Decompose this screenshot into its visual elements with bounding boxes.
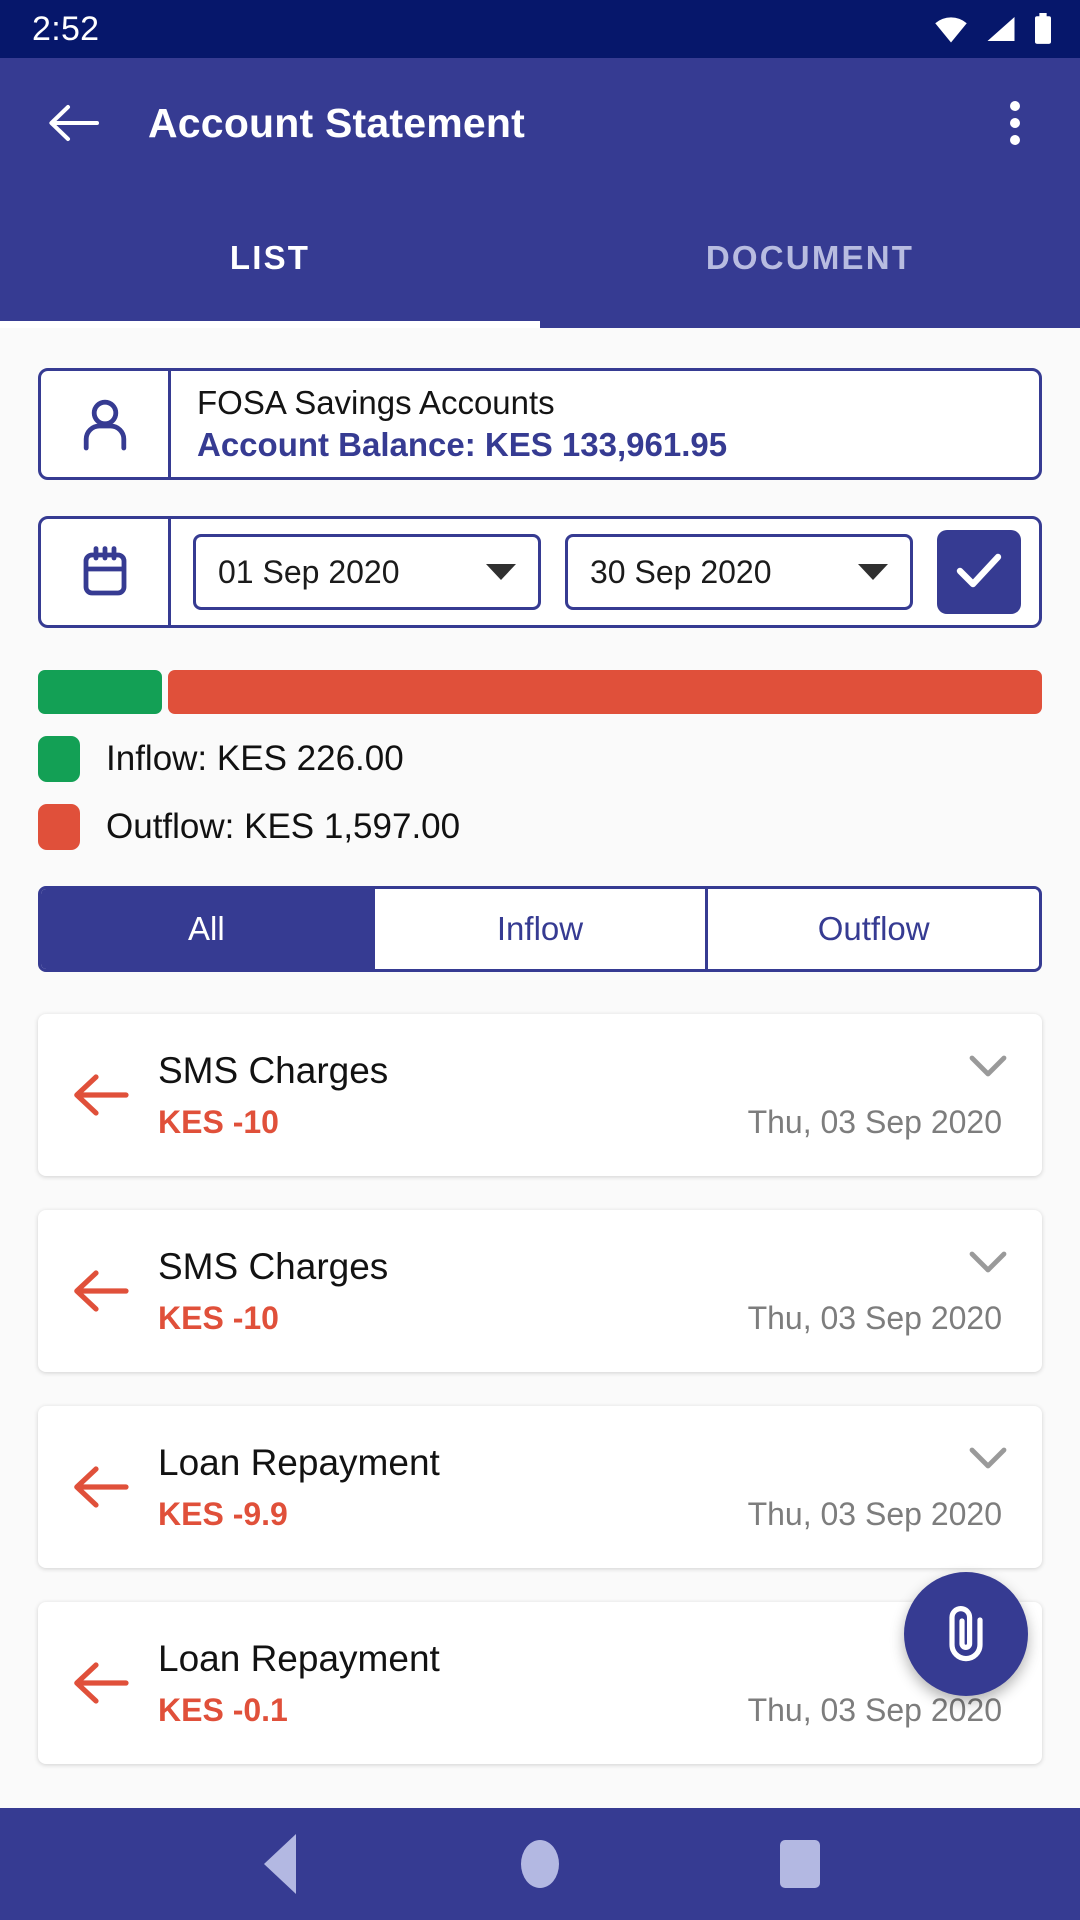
android-navigation-bar [0, 1808, 1080, 1920]
account-text-block: FOSA Savings Accounts Account Balance: K… [171, 371, 1039, 477]
attachment-fab-button[interactable] [904, 1572, 1028, 1696]
transaction-amount: KES -9.9 [158, 1495, 288, 1532]
transaction-details: SMS Charges KES -10 Thu, 03 Sep 2020 [140, 1210, 1008, 1372]
chevron-down-icon [858, 564, 888, 580]
chevron-down-icon[interactable] [968, 1246, 1008, 1279]
bar-segment-inflow [38, 670, 163, 714]
filter-outflow[interactable]: Outflow [708, 889, 1039, 969]
transaction-amount: KES -0.1 [158, 1691, 288, 1728]
filter-inflow-label: Inflow [496, 910, 584, 947]
calendar-icon [41, 519, 171, 625]
tab-bar: LIST DOCUMENT [0, 188, 1080, 328]
table-row[interactable]: Loan Repayment KES -0.1 Thu, 03 Sep 2020 [38, 1602, 1042, 1764]
filter-all-label: All [187, 910, 225, 947]
chevron-down-icon[interactable] [968, 1442, 1008, 1475]
outflow-arrow-icon [62, 1464, 140, 1510]
status-bar: 2:52 [0, 0, 1080, 58]
app-bar-top-row: Account Statement [0, 58, 1080, 188]
check-icon [954, 550, 1004, 595]
legend-row-inflow: Inflow: KES 226.00 [38, 736, 1042, 782]
filter-inflow[interactable]: Inflow [374, 889, 709, 969]
transaction-details: Loan Repayment KES -9.9 Thu, 03 Sep 2020 [140, 1406, 1008, 1568]
transaction-top-row: SMS Charges [158, 1050, 1008, 1092]
legend-label-outflow: Outflow: KES 1,597.00 [106, 807, 461, 846]
transaction-top-row: SMS Charges [158, 1246, 1008, 1288]
date-from-select[interactable]: 01 Sep 2020 [193, 534, 541, 610]
bar-segment-outflow [168, 670, 1042, 714]
transaction-date: Thu, 03 Sep 2020 [747, 1691, 1002, 1728]
account-card[interactable]: FOSA Savings Accounts Account Balance: K… [38, 368, 1042, 480]
table-row[interactable]: SMS Charges KES -10 Thu, 03 Sep 2020 [38, 1210, 1042, 1372]
transaction-amount: KES -10 [158, 1103, 279, 1140]
wifi-icon [932, 14, 970, 44]
statement-content: FOSA Savings Accounts Account Balance: K… [0, 328, 1080, 1808]
filter-all[interactable]: All [41, 889, 375, 969]
date-to-select[interactable]: 30 Sep 2020 [565, 534, 913, 610]
legend-swatch-inflow [38, 736, 80, 782]
flow-legend: Inflow: KES 226.00 Outflow: KES 1,597.00 [38, 736, 1042, 850]
transaction-title: SMS Charges [158, 1245, 389, 1287]
tab-list-label: LIST [229, 239, 311, 276]
transaction-bottom-row: KES -10 Thu, 03 Sep 2020 [158, 1104, 1008, 1141]
status-bar-icons [932, 13, 1054, 45]
chevron-down-icon [486, 564, 516, 580]
person-icon [41, 371, 171, 477]
transaction-bottom-row: KES -0.1 Thu, 03 Sep 2020 [158, 1692, 1008, 1729]
cellular-signal-icon [984, 14, 1018, 44]
transaction-title: SMS Charges [158, 1049, 389, 1091]
transaction-top-row: Loan Repayment [158, 1638, 1008, 1680]
legend-row-outflow: Outflow: KES 1,597.00 [38, 804, 1042, 850]
date-range-card: 01 Sep 2020 30 Sep 2020 [38, 516, 1042, 628]
transaction-date: Thu, 03 Sep 2020 [747, 1299, 1002, 1336]
transaction-filter-group: All Inflow Outflow [38, 886, 1042, 972]
transaction-top-row: Loan Repayment [158, 1442, 1008, 1484]
date-fields: 01 Sep 2020 30 Sep 2020 [171, 519, 1039, 625]
transaction-title: Loan Repayment [158, 1637, 440, 1679]
back-triangle-icon [264, 1834, 296, 1894]
outflow-arrow-icon [62, 1660, 140, 1706]
attachment-paperclip-icon [937, 1601, 995, 1668]
transaction-bottom-row: KES -9.9 Thu, 03 Sep 2020 [158, 1496, 1008, 1533]
transaction-details: SMS Charges KES -10 Thu, 03 Sep 2020 [140, 1014, 1008, 1176]
apply-date-range-button[interactable] [937, 530, 1021, 614]
nav-back-button[interactable] [225, 1809, 335, 1919]
tab-document[interactable]: DOCUMENT [540, 188, 1080, 328]
legend-label-inflow: Inflow: KES 226.00 [106, 739, 404, 778]
legend-swatch-outflow [38, 804, 80, 850]
outflow-arrow-icon [62, 1072, 140, 1118]
battery-icon [1032, 13, 1054, 45]
more-vertical-icon[interactable] [980, 88, 1050, 158]
date-to-value: 30 Sep 2020 [590, 553, 772, 590]
transaction-list: SMS Charges KES -10 Thu, 03 Sep 2020 SMS… [38, 1014, 1042, 1764]
tab-document-label: DOCUMENT [705, 239, 915, 276]
inflow-outflow-bar-chart [38, 670, 1042, 714]
transaction-title: Loan Repayment [158, 1441, 440, 1483]
transaction-date: Thu, 03 Sep 2020 [747, 1103, 1002, 1140]
transaction-details: Loan Repayment KES -0.1 Thu, 03 Sep 2020 [140, 1602, 1008, 1764]
outflow-arrow-icon [62, 1268, 140, 1314]
recents-square-icon [780, 1840, 820, 1888]
home-circle-icon [521, 1840, 559, 1888]
tab-list[interactable]: LIST [0, 188, 540, 328]
app-bar: Account Statement LIST DOCUMENT [0, 58, 1080, 328]
table-row[interactable]: Loan Repayment KES -9.9 Thu, 03 Sep 2020 [38, 1406, 1042, 1568]
filter-outflow-label: Outflow [817, 910, 930, 947]
nav-home-button[interactable] [485, 1809, 595, 1919]
phone-screen: 2:52 Account Statement LIST DOCUMENT FOS… [0, 0, 1080, 1920]
date-from-value: 01 Sep 2020 [218, 553, 400, 590]
status-bar-clock: 2:52 [32, 9, 100, 48]
account-balance: Account Balance: KES 133,961.95 [197, 426, 728, 463]
transaction-date: Thu, 03 Sep 2020 [747, 1495, 1002, 1532]
nav-recents-button[interactable] [745, 1809, 855, 1919]
table-row[interactable]: SMS Charges KES -10 Thu, 03 Sep 2020 [38, 1014, 1042, 1176]
back-button[interactable] [40, 90, 106, 156]
account-name: FOSA Savings Accounts [197, 384, 555, 421]
transaction-amount: KES -10 [158, 1299, 279, 1336]
page-title: Account Statement [148, 99, 526, 146]
chevron-down-icon[interactable] [968, 1050, 1008, 1083]
transaction-bottom-row: KES -10 Thu, 03 Sep 2020 [158, 1300, 1008, 1337]
